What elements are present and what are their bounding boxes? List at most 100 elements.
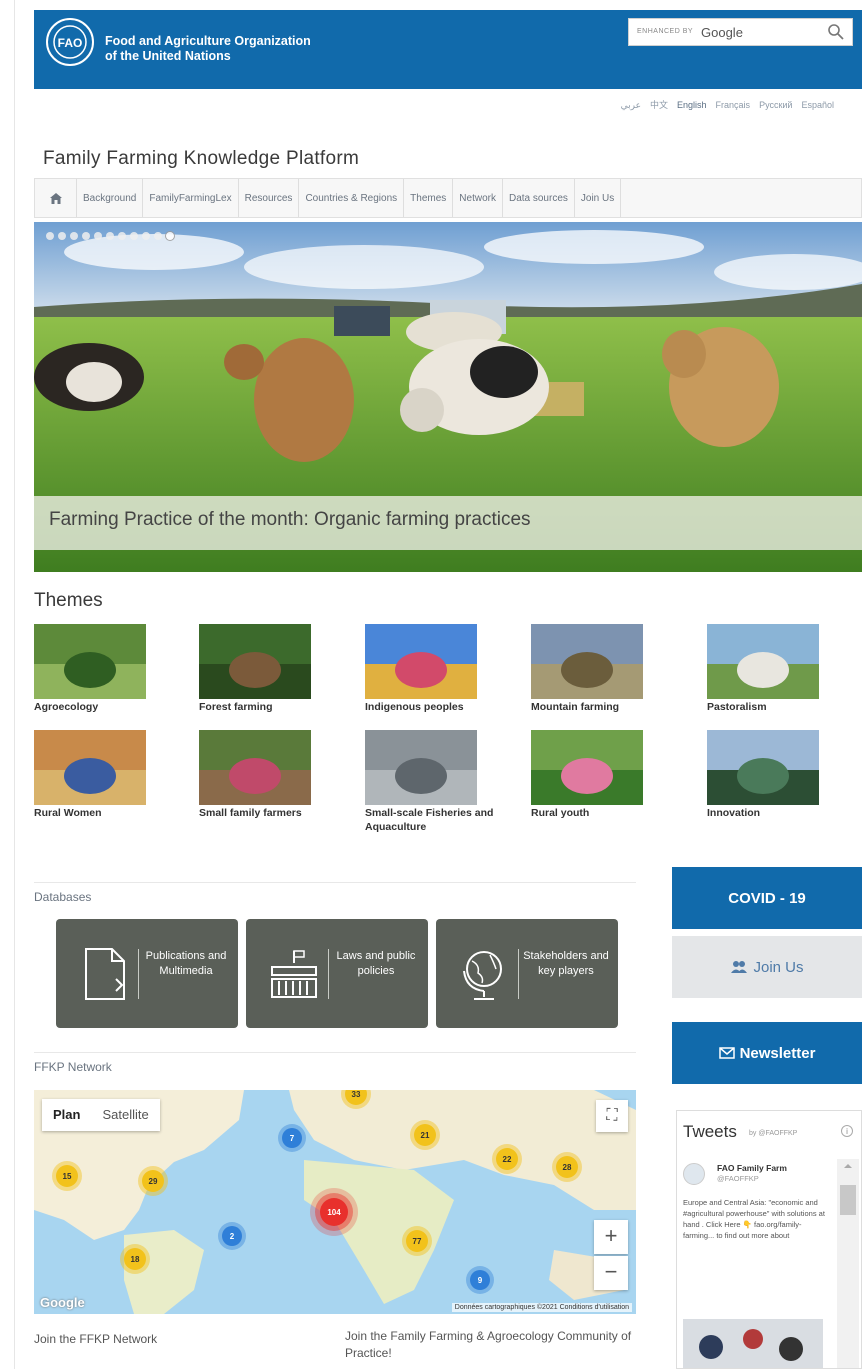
nav-item[interactable]: Network: [453, 179, 503, 217]
theme-card[interactable]: Forest farming: [199, 624, 311, 714]
tweet-image[interactable]: [683, 1319, 823, 1369]
carousel-dot[interactable]: [82, 232, 90, 240]
theme-card[interactable]: Agroecology: [34, 624, 146, 714]
nav-item[interactable]: Background: [77, 179, 144, 217]
map-cluster-marker[interactable]: 77: [406, 1230, 428, 1252]
db-card-publications[interactable]: Publications and Multimedia: [56, 919, 238, 1028]
theme-card[interactable]: Small family farmers: [199, 730, 311, 820]
map-satellite-tab[interactable]: Satellite: [91, 1099, 159, 1131]
nav-item[interactable]: Resources: [239, 179, 300, 217]
join-community-link[interactable]: Join the Family Farming & Agroecology Co…: [345, 1328, 635, 1362]
language-link[interactable]: عربي: [621, 100, 641, 110]
theme-label[interactable]: Pastoralism: [707, 700, 857, 714]
avatar[interactable]: [683, 1163, 705, 1185]
map-cluster-marker[interactable]: 104: [320, 1198, 348, 1226]
language-link[interactable]: Русский: [759, 100, 792, 110]
theme-card[interactable]: Innovation: [707, 730, 819, 820]
map-cluster-marker[interactable]: 18: [124, 1248, 146, 1270]
map-cluster-marker[interactable]: 21: [414, 1124, 436, 1146]
language-link[interactable]: Español: [801, 100, 834, 110]
theme-label[interactable]: Indigenous peoples: [365, 700, 515, 714]
theme-label[interactable]: Small family farmers: [199, 806, 349, 820]
nav-item[interactable]: Themes: [404, 179, 454, 217]
theme-label[interactable]: Mountain farming: [531, 700, 681, 714]
theme-card[interactable]: Rural youth: [531, 730, 643, 820]
theme-card[interactable]: Rural Women: [34, 730, 146, 820]
newsletter-button[interactable]: Newsletter: [672, 1022, 862, 1084]
theme-label[interactable]: Small-scale Fisheries and Aquaculture: [365, 806, 515, 834]
theme-card[interactable]: Indigenous peoples: [365, 624, 477, 714]
tweets-by[interactable]: by @FAOFFKP: [749, 1130, 797, 1137]
theme-thumbnail[interactable]: [199, 730, 311, 805]
theme-thumbnail[interactable]: [199, 624, 311, 699]
language-link[interactable]: 中文: [650, 100, 668, 110]
theme-label[interactable]: Rural Women: [34, 806, 184, 820]
theme-thumbnail[interactable]: [707, 730, 819, 805]
carousel-dot[interactable]: [130, 232, 138, 240]
theme-card[interactable]: Mountain farming: [531, 624, 643, 714]
map-cluster-marker[interactable]: 2: [222, 1226, 242, 1246]
separator: [518, 949, 519, 999]
nav-item[interactable]: Data sources: [503, 179, 575, 217]
db-card-stakeholders[interactable]: Stakeholders and key players: [436, 919, 618, 1028]
map-cluster-marker[interactable]: 7: [282, 1128, 302, 1148]
covid-button[interactable]: COVID - 19: [672, 867, 862, 929]
hero-carousel[interactable]: Farming Practice of the month: Organic f…: [34, 222, 862, 572]
map-attribution[interactable]: Données cartographiques ©2021 Conditions…: [451, 1303, 632, 1312]
language-link[interactable]: Français: [716, 100, 751, 110]
join-us-button[interactable]: Join Us: [672, 936, 862, 998]
search-input[interactable]: ENHANCED BY Google: [628, 18, 853, 46]
map-cluster-marker[interactable]: 15: [56, 1165, 78, 1187]
theme-thumbnail[interactable]: [365, 624, 477, 699]
map-cluster-marker[interactable]: 29: [142, 1170, 164, 1192]
carousel-dot[interactable]: [166, 232, 174, 240]
map-cluster-marker[interactable]: 28: [556, 1156, 578, 1178]
theme-label[interactable]: Forest farming: [199, 700, 349, 714]
theme-card[interactable]: Pastoralism: [707, 624, 819, 714]
nav-item[interactable]: Countries & Regions: [299, 179, 405, 217]
carousel-dot[interactable]: [106, 232, 114, 240]
theme-label[interactable]: Agroecology: [34, 700, 184, 714]
theme-thumbnail[interactable]: [707, 624, 819, 699]
theme-thumbnail[interactable]: [531, 730, 643, 805]
fao-org-name[interactable]: Food and Agriculture Organization of the…: [105, 34, 311, 64]
carousel-dot[interactable]: [58, 232, 66, 240]
map-cluster-marker[interactable]: 9: [470, 1270, 490, 1290]
theme-thumbnail[interactable]: [531, 624, 643, 699]
zoom-out-button[interactable]: −: [594, 1256, 628, 1290]
carousel-dot[interactable]: [70, 232, 78, 240]
db-card-laws[interactable]: Laws and public policies: [246, 919, 428, 1028]
info-icon[interactable]: i: [841, 1125, 853, 1137]
theme-card[interactable]: Small-scale Fisheries and Aquaculture: [365, 730, 493, 834]
fao-logo-icon[interactable]: FAO: [46, 18, 94, 66]
join-network-link[interactable]: Join the FFKP Network: [34, 1332, 157, 1346]
carousel-dot[interactable]: [154, 232, 162, 240]
zoom-in-button[interactable]: +: [594, 1220, 628, 1254]
search-icon[interactable]: [826, 22, 846, 42]
nav-item[interactable]: FamilyFarmingLex: [143, 179, 239, 217]
fullscreen-button[interactable]: ⛶: [596, 1100, 628, 1132]
network-map[interactable]: Plan Satellite ⛶ + − Google Données cart…: [34, 1090, 636, 1314]
carousel-dot[interactable]: [46, 232, 54, 240]
carousel-dot[interactable]: [94, 232, 102, 240]
theme-thumbnail[interactable]: [34, 730, 146, 805]
tweet-author[interactable]: FAO Family Farm: [717, 1163, 787, 1173]
db-card-label: Stakeholders and key players: [523, 950, 609, 977]
map-type-toggle: Plan Satellite: [42, 1099, 160, 1131]
map-cluster-marker[interactable]: 22: [496, 1148, 518, 1170]
tweets-scrollbar[interactable]: [837, 1159, 859, 1368]
nav-home-button[interactable]: [35, 179, 77, 217]
chevron-up-icon[interactable]: [837, 1159, 859, 1173]
scroll-thumb[interactable]: [840, 1185, 856, 1215]
hero-caption[interactable]: Farming Practice of the month: Organic f…: [34, 496, 862, 550]
theme-label[interactable]: Innovation: [707, 806, 857, 820]
nav-item[interactable]: Join Us: [575, 179, 622, 217]
language-link[interactable]: English: [677, 100, 707, 110]
carousel-dot[interactable]: [142, 232, 150, 240]
carousel-dot[interactable]: [118, 232, 126, 240]
theme-thumbnail[interactable]: [34, 624, 146, 699]
tweet-handle[interactable]: @FAOFFKP: [717, 1174, 759, 1183]
theme-label[interactable]: Rural youth: [531, 806, 681, 820]
map-plan-tab[interactable]: Plan: [42, 1099, 91, 1131]
theme-thumbnail[interactable]: [365, 730, 477, 805]
